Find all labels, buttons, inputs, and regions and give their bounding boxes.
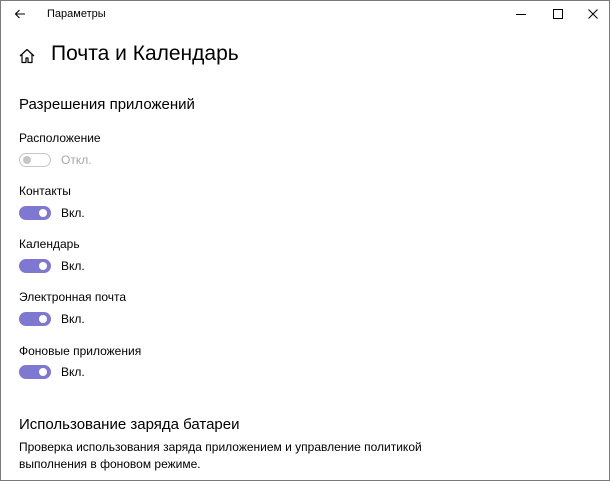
home-icon[interactable] <box>18 47 36 65</box>
background-apps-toggle[interactable] <box>19 365 51 379</box>
email-toggle-state: Вкл. <box>61 312 85 326</box>
battery-section-title: Использование заряда батареи <box>19 416 240 433</box>
permission-label-contacts: Контакты <box>19 184 71 198</box>
back-arrow-icon <box>14 9 25 19</box>
page-title: Почта и Календарь <box>51 42 239 65</box>
contacts-toggle-state: Вкл. <box>61 206 85 220</box>
permission-row-calendar: Вкл. <box>19 258 85 274</box>
minimize-button[interactable] <box>501 1 541 27</box>
toggle-knob <box>39 368 47 376</box>
permission-row-location: Откл. <box>19 152 92 168</box>
calendar-toggle-state: Вкл. <box>61 259 85 273</box>
title-bar: Параметры <box>1 1 609 29</box>
toggle-knob <box>39 262 47 270</box>
battery-description: Проверка использования заряда приложение… <box>19 440 422 471</box>
permissions-section-title: Разрешения приложений <box>19 96 195 113</box>
back-button[interactable] <box>7 4 33 24</box>
location-toggle <box>19 153 51 167</box>
toggle-knob <box>39 315 47 323</box>
close-icon <box>588 9 598 19</box>
toggle-knob <box>39 209 47 217</box>
permission-row-email: Вкл. <box>19 311 85 327</box>
maximize-button[interactable] <box>538 1 578 27</box>
settings-window: Параметры Почта и Календарь Разрешения п… <box>0 0 610 481</box>
window-title: Параметры <box>47 8 106 20</box>
minimize-icon <box>516 14 526 15</box>
permission-label-email: Электронная почта <box>19 290 127 304</box>
permission-row-contacts: Вкл. <box>19 205 85 221</box>
maximize-icon <box>553 9 563 19</box>
close-button[interactable] <box>573 1 609 27</box>
toggle-knob <box>23 156 31 164</box>
permission-label-location: Расположение <box>19 131 101 145</box>
permission-label-calendar: Календарь <box>19 237 80 251</box>
permission-label-background-apps: Фоновые приложения <box>19 344 142 358</box>
background-apps-toggle-state: Вкл. <box>61 365 85 379</box>
permission-row-background-apps: Вкл. <box>19 364 85 380</box>
location-toggle-state: Откл. <box>61 153 92 167</box>
contacts-toggle[interactable] <box>19 206 51 220</box>
email-toggle[interactable] <box>19 312 51 326</box>
calendar-toggle[interactable] <box>19 259 51 273</box>
